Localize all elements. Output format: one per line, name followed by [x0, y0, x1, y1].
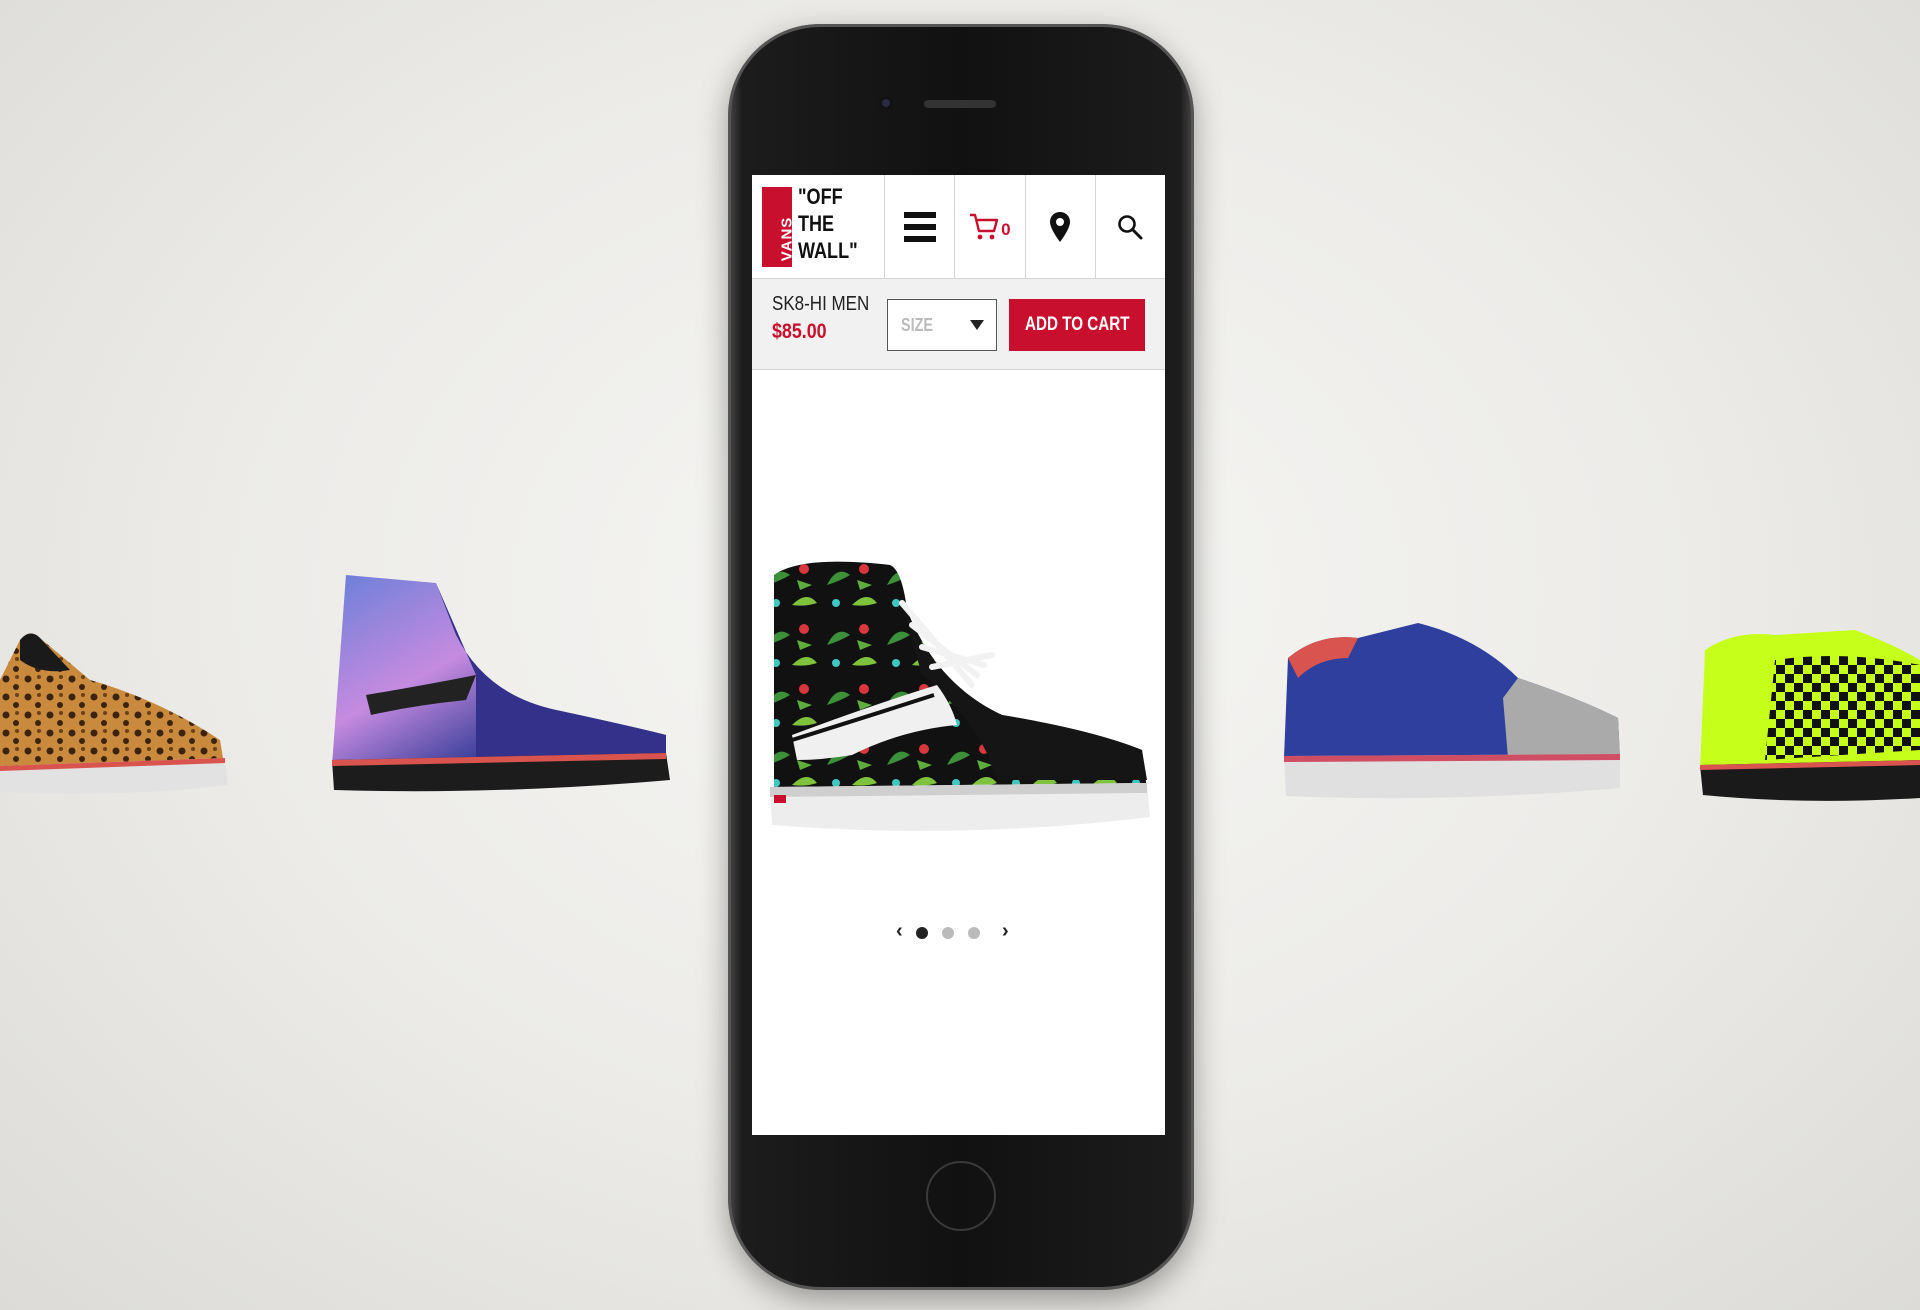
slogan-line: WALL" [798, 238, 858, 263]
off-the-wall-slogan: "OFF THE WALL" [798, 183, 858, 264]
blue-red-lowtop-shoe-image [1284, 623, 1620, 799]
galaxy-hightop-shoe-image [332, 575, 670, 792]
cart-button[interactable]: 0 [955, 175, 1026, 278]
top-navigation-bar: VANS "OFF THE WALL" 0 [752, 175, 1165, 279]
page: { "header": { "logo": { "brand": "VANS",… [0, 0, 1920, 1310]
map-pin-icon [1050, 211, 1071, 242]
cart-icon [970, 213, 999, 239]
neon-checkered-shoe-image [1700, 630, 1920, 801]
product-name: SK8-HI MEN [772, 293, 870, 315]
slogan-line: "OFF [798, 184, 843, 209]
search-button[interactable] [1096, 175, 1165, 278]
phone-device: VANS "OFF THE WALL" 0 SK8-HI MEN $85.00 … [728, 24, 1194, 1290]
product-price: $85.00 [772, 320, 827, 343]
slogan-line: THE [798, 211, 835, 236]
earpiece-speaker [924, 100, 996, 108]
front-camera [879, 96, 893, 110]
hamburger-menu-icon [903, 211, 936, 242]
image-carousel-controls: ‹ › [752, 918, 1165, 944]
phone-screen: VANS "OFF THE WALL" 0 SK8-HI MEN $85.00 … [752, 175, 1165, 1135]
carousel-dot[interactable] [968, 927, 980, 939]
carousel-dot[interactable] [916, 927, 928, 939]
carousel-next-arrow-icon[interactable]: › [1002, 920, 1009, 943]
cart-count-badge: 0 [1001, 219, 1011, 239]
menu-button[interactable] [885, 175, 956, 278]
home-button[interactable] [926, 1161, 996, 1231]
leopard-shoe-image [0, 633, 228, 794]
size-dropdown-placeholder: SIZE [901, 315, 934, 335]
add-to-cart-label: ADD TO CART [1024, 314, 1130, 335]
size-dropdown[interactable]: SIZE [887, 299, 997, 351]
vans-logo[interactable]: VANS "OFF THE WALL" [752, 175, 885, 278]
product-image-sk8-hi[interactable] [762, 555, 1152, 845]
carousel-prev-arrow-icon[interactable]: ‹ [896, 920, 903, 943]
product-purchase-bar: SK8-HI MEN $85.00 SIZE ADD TO CART [752, 279, 1165, 370]
search-icon [1118, 214, 1143, 239]
add-to-cart-button[interactable]: ADD TO CART [1009, 299, 1145, 351]
carousel-dot[interactable] [942, 927, 954, 939]
dropdown-arrow-icon [970, 320, 984, 330]
vans-logo-badge: VANS [762, 187, 796, 267]
vans-brand-text: VANS [778, 216, 796, 262]
store-locator-button[interactable] [1026, 175, 1096, 278]
